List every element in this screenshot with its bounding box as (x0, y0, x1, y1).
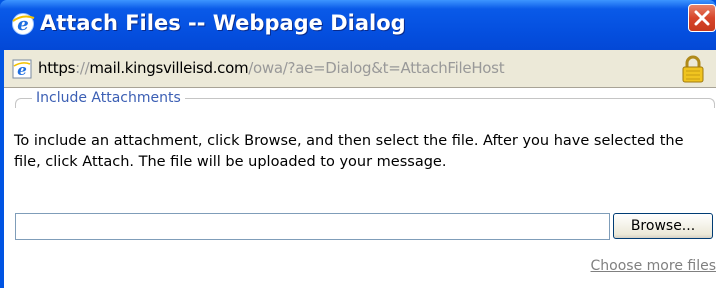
lock-icon[interactable] (680, 54, 706, 84)
address-bar: e https://mail.kingsvilleisd.com/owa/?ae… (4, 50, 716, 88)
dialog-title: Attach Files -- Webpage Dialog (40, 11, 406, 35)
choose-more-files-link[interactable]: Choose more files (591, 258, 716, 274)
ie-page-icon: e (12, 59, 32, 79)
browse-button[interactable]: Browse... (613, 213, 713, 239)
dialog-body: e https://mail.kingsvilleisd.com/owa/?ae… (4, 50, 716, 288)
ie-icon: e (11, 12, 35, 36)
instructions-text: To include an attachment, click Browse, … (14, 133, 684, 170)
address-url[interactable]: https://mail.kingsvilleisd.com/owa/?ae=D… (38, 59, 505, 77)
file-path-input[interactable] (15, 213, 610, 240)
close-icon (694, 10, 710, 26)
fieldset-legend: Include Attachments (32, 90, 185, 106)
title-bar[interactable]: e Attach Files -- Webpage Dialog (0, 0, 716, 50)
close-button[interactable] (688, 4, 716, 32)
